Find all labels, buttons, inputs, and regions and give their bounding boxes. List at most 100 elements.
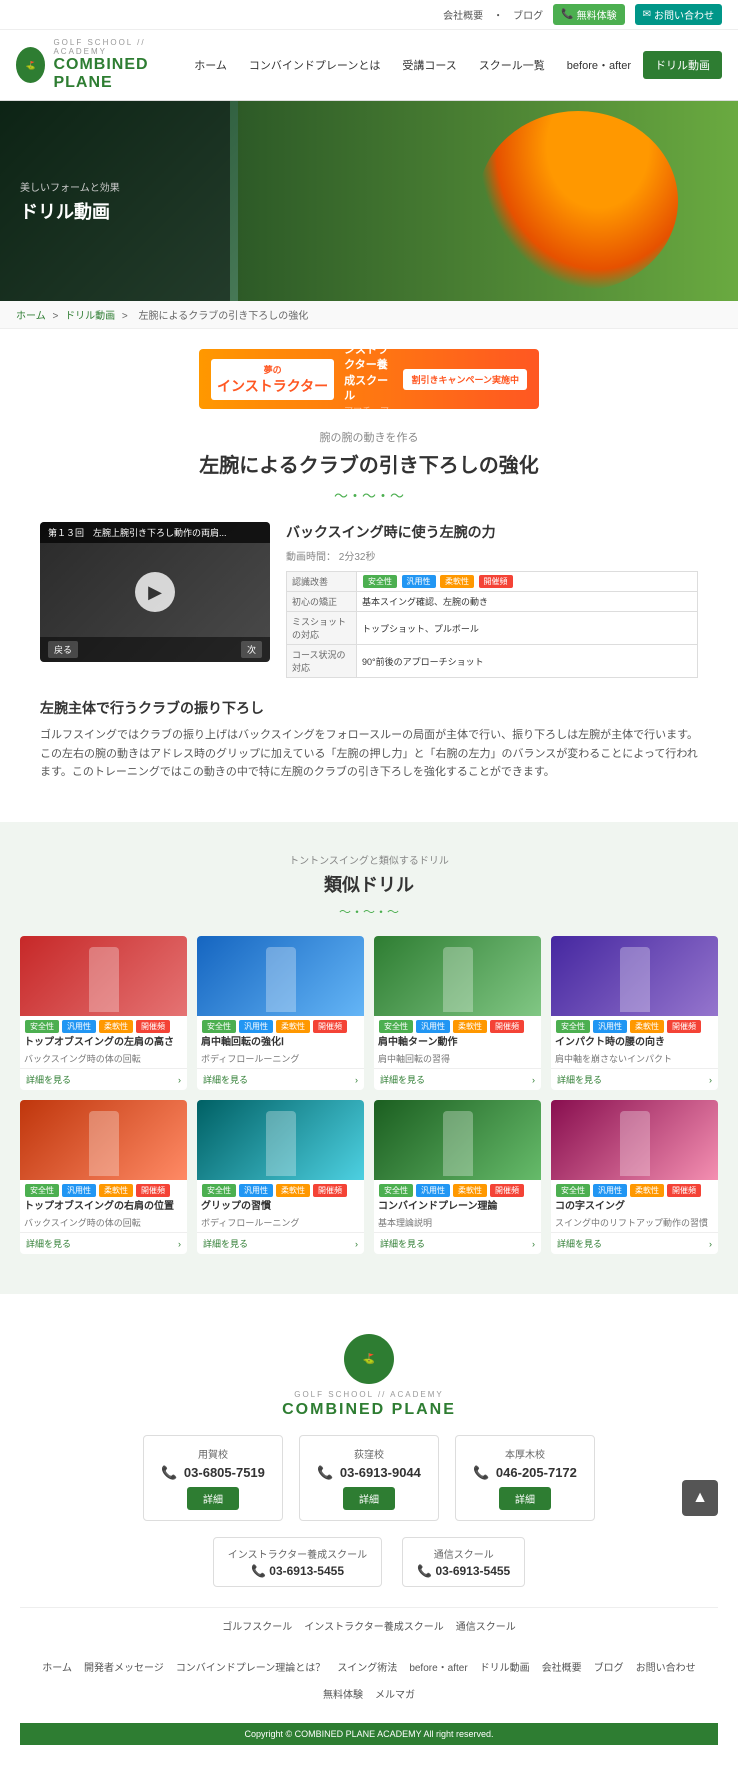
footer-nav2: ホーム 開発者メッセージ コンバインドプレーン理論とは？ スイング術法 befo… (20, 1653, 718, 1707)
footer-nav2-contact[interactable]: お問い合わせ (636, 1659, 696, 1674)
footer-nav2-home[interactable]: ホーム (42, 1659, 72, 1674)
drill-tags-7: 安全性 汎用性 柔軟性 開催頻 (374, 1180, 541, 1197)
campaign-banner[interactable]: 夢の インストラクター ゴルフインストラクター養成スクール アマチュア対象 割引… (199, 349, 539, 409)
footer: ⛳ GOLF SCHOOL // ACADEMY COMBINED PLANE … (0, 1294, 738, 1765)
school-name-2: 荻窪校 (314, 1446, 424, 1461)
nav-before-after[interactable]: before・after (557, 51, 641, 79)
drill-link-2[interactable]: 詳細を見る › (197, 1068, 364, 1090)
similar-title: 類似ドリル (20, 871, 718, 897)
video-next-btn[interactable]: 次 (241, 641, 262, 658)
drill-link-4[interactable]: 詳細を見る › (551, 1068, 718, 1090)
tag: 安全性 (556, 1184, 590, 1197)
breadcrumb-drill[interactable]: ドリル動画 (65, 311, 115, 322)
drill-thumb-2 (197, 936, 364, 1016)
video-thumbnail[interactable]: ▶ 第１３回 左腕上腕引き下ろし動作の両肩... 戻る 次 (40, 522, 270, 662)
drill-link-5[interactable]: 詳細を見る › (20, 1232, 187, 1254)
nav-home[interactable]: ホーム (184, 51, 237, 79)
tag: 安全性 (25, 1184, 59, 1197)
footer-nav2-company[interactable]: 会社概要 (542, 1659, 582, 1674)
footer-nav1-item-3[interactable]: 通信スクール (456, 1618, 516, 1633)
school-phone-2: 📞 03-6913-9044 (314, 1465, 424, 1481)
info-title: バックスイング時に使う左腕の力 (286, 522, 698, 542)
article-eyebrow: 腕の腕の動きを作る (40, 429, 698, 445)
footer-nav2-before[interactable]: before・after (409, 1659, 467, 1674)
course-phone-num-1: 03-6913-5455 (269, 1564, 344, 1578)
hero-overlay: 美しいフォームと効果 ドリル動画 (0, 101, 230, 301)
tag-safety: 安全性 (363, 575, 397, 588)
drill-thumb-5 (20, 1100, 187, 1180)
drill-link-6[interactable]: 詳細を見る › (197, 1232, 364, 1254)
tag: 開催頻 (490, 1020, 524, 1033)
drill-name-5: トップオブスイングの右肩の位置 (20, 1197, 187, 1216)
footer-logo-academy: GOLF SCHOOL // ACADEMY (294, 1390, 444, 1399)
banner-main-text: ゴルフインストラクター養成スクール (344, 349, 393, 404)
course-phone-2: 📞 03-6913-5455 (417, 1564, 510, 1578)
nav-schools[interactable]: スクール一覧 (469, 51, 555, 79)
tag-freq: 開催頻 (479, 575, 513, 588)
banner-area: 夢の インストラクター ゴルフインストラクター養成スクール アマチュア対象 割引… (0, 329, 738, 419)
course-online: 通信スクール 📞 03-6913-5455 (402, 1537, 525, 1587)
course-name-1: インストラクター養成スクール (228, 1546, 367, 1561)
hero-subtitle: 美しいフォームと効果 (20, 179, 210, 194)
footer-nav1: ゴルフスクール インストラクター養成スクール 通信スクール (20, 1607, 718, 1643)
contact-button[interactable]: ✉ お問い合わせ (635, 4, 722, 25)
school-btn-1[interactable]: 詳細 (187, 1487, 239, 1510)
nav-drill[interactable]: ドリル動画 (643, 51, 722, 79)
nav-courses[interactable]: 受講コース (392, 51, 466, 79)
school-btn-2[interactable]: 詳細 (343, 1487, 395, 1510)
tag: 安全性 (379, 1184, 413, 1197)
drill-tags-2: 安全性 汎用性 柔軟性 開催頻 (197, 1016, 364, 1033)
article-title: 左腕によるクラブの引き下ろしの強化 (40, 449, 698, 478)
drill-thumb-4 (551, 936, 718, 1016)
phone-icon-3: 📞 (473, 1465, 489, 1480)
drill-name-1: トップオブスイングの左肩の高さ (20, 1033, 187, 1052)
free-trial-label: 無料体験 (577, 7, 617, 22)
tag: 汎用性 (62, 1020, 96, 1033)
footer-nav1-item-2[interactable]: インストラクター養成スクール (304, 1618, 443, 1633)
tag: 安全性 (202, 1020, 236, 1033)
drill-sub-6: ボディフロールーニング (197, 1216, 364, 1232)
footer-nav2-mail[interactable]: メルマガ (375, 1686, 415, 1701)
drill-card-1: 安全性 汎用性 柔軟性 開催頻 トップオブスイングの左肩の高さ バックスイング時… (20, 936, 187, 1090)
blog-link[interactable]: ブログ (513, 7, 543, 22)
breadcrumb-home[interactable]: ホーム (16, 311, 46, 322)
tag: 柔軟性 (453, 1020, 487, 1033)
footer-nav2-message[interactable]: 開発者メッセージ (84, 1659, 164, 1674)
course-phone-num-2: 03-6913-5455 (435, 1564, 510, 1578)
tag: 柔軟性 (630, 1020, 664, 1033)
video-play-button[interactable]: ▶ (135, 572, 175, 612)
drill-card-8: 安全性 汎用性 柔軟性 開催頻 コの字スイング スイング中のリフトアップ動作の習… (551, 1100, 718, 1254)
footer-nav2-free[interactable]: 無料体験 (323, 1686, 363, 1701)
drill-link-1[interactable]: 詳細を見る › (20, 1068, 187, 1090)
footer-nav2-theory[interactable]: コンバインドプレーン理論とは？ (176, 1659, 326, 1674)
drill-tags-5: 安全性 汎用性 柔軟性 開催頻 (20, 1180, 187, 1197)
footer-nav2-blog[interactable]: ブログ (594, 1659, 624, 1674)
drill-link-8[interactable]: 詳細を見る › (551, 1232, 718, 1254)
tag: 開催頻 (136, 1020, 170, 1033)
drill-link-7[interactable]: 詳細を見る › (374, 1232, 541, 1254)
breadcrumb: ホーム > ドリル動画 > 左腕によるクラブの引き下ろしの強化 (0, 301, 738, 329)
footer-courses: インストラクター養成スクール 📞 03-6913-5455 通信スクール 📞 0… (213, 1537, 525, 1587)
footer-nav2-drill[interactable]: ドリル動画 (480, 1659, 530, 1674)
tag: 開催頻 (136, 1184, 170, 1197)
drill-card-7: 安全性 汎用性 柔軟性 開催頻 コンバインドプレーン理論 基本理論説明 詳細を見… (374, 1100, 541, 1254)
drill-sub-5: バックスイング時の体の回転 (20, 1216, 187, 1232)
company-link[interactable]: 会社概要 (443, 7, 483, 22)
footer-nav2-swing[interactable]: スイング術法 (337, 1659, 397, 1674)
nav-about[interactable]: コンバインドプレーンとは (239, 51, 390, 79)
info-value-2: 基本スイング確認、左腕の動き (357, 592, 698, 612)
free-trial-button[interactable]: 📞 無料体験 (553, 4, 624, 25)
contact-label: お問い合わせ (654, 7, 714, 22)
article-section: 腕の腕の動きを作る 左腕によるクラブの引き下ろしの強化 〜・〜・〜 ▶ 第１３回… (0, 419, 738, 802)
course-phone-icon-1: 📞 (251, 1564, 266, 1578)
page-top-button[interactable]: ▲ (682, 1480, 718, 1516)
logo-name: COMBINED PLANE (53, 56, 184, 92)
footer-logo-icon: ⛳ (344, 1334, 394, 1384)
phone-icon-1: 📞 (161, 1465, 177, 1480)
drill-link-3[interactable]: 詳細を見る › (374, 1068, 541, 1090)
duration-label: 動画時間： (286, 552, 336, 563)
video-back-btn[interactable]: 戻る (48, 641, 78, 658)
footer-nav1-item-1[interactable]: ゴルフスクール (222, 1618, 292, 1633)
school-btn-3[interactable]: 詳細 (499, 1487, 551, 1510)
phone-num-3: 046-205-7172 (496, 1465, 577, 1480)
